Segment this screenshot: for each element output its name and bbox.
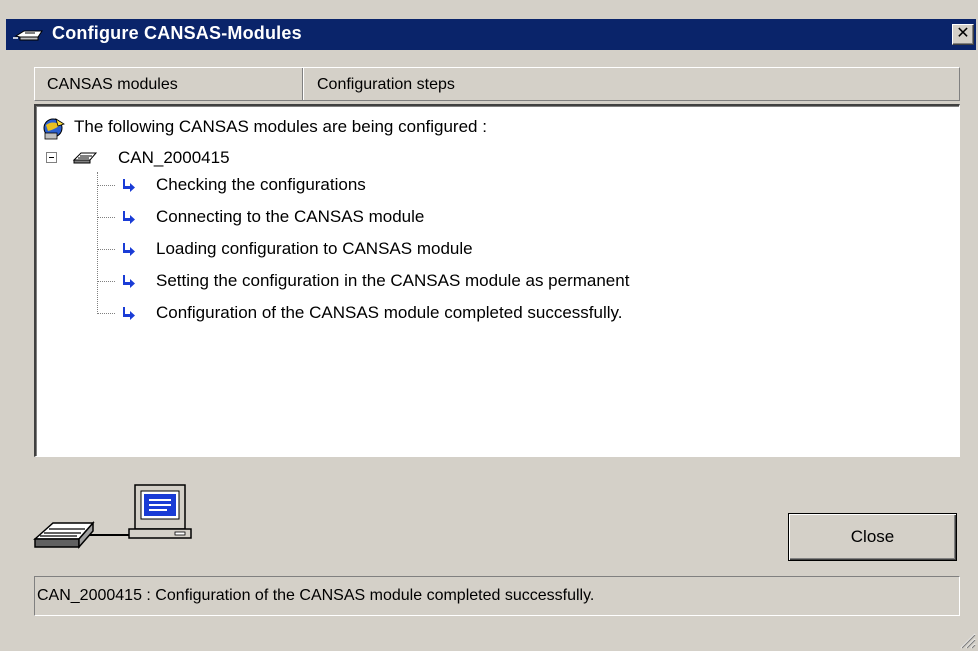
configure-dialog: Configure CANSAS-Modules ✕ CANSAS module… <box>0 0 978 651</box>
step-item: Configuration of the CANSAS module compl… <box>156 303 623 322</box>
blue-arrow-icon <box>123 179 135 192</box>
tree-branch <box>97 313 115 314</box>
blue-arrow-icon <box>123 275 135 288</box>
column-header-modules[interactable]: CANSAS modules <box>35 68 303 100</box>
close-button[interactable]: Close <box>788 513 957 561</box>
tree-root-label: The following CANSAS modules are being c… <box>74 117 487 136</box>
blue-arrow-icon <box>123 243 135 256</box>
step-item: Loading configuration to CANSAS module <box>156 239 473 258</box>
window-title: Configure CANSAS-Modules <box>52 23 302 43</box>
collapse-toggle[interactable] <box>46 152 57 163</box>
step-item: Checking the configurations <box>156 175 366 194</box>
column-header: CANSAS modules Configuration steps <box>34 67 960 101</box>
configure-globe-icon <box>43 118 65 140</box>
status-bar: CAN_2000415 : Configuration of the CANSA… <box>34 576 960 616</box>
blue-arrow-icon <box>123 211 135 224</box>
cansas-module-icon <box>13 30 43 41</box>
resize-grip-icon[interactable] <box>958 631 976 649</box>
tree-connector <box>97 172 98 314</box>
tree-branch <box>97 281 115 282</box>
cansas-device-icon <box>72 152 98 164</box>
step-item: Connecting to the CANSAS module <box>156 207 425 226</box>
module-label: CAN_2000415 <box>118 148 230 167</box>
title-bar[interactable]: Configure CANSAS-Modules ✕ <box>6 19 976 50</box>
tree-branch <box>97 249 115 250</box>
step-item: Setting the configuration in the CANSAS … <box>156 271 630 290</box>
configuration-tree[interactable]: The following CANSAS modules are being c… <box>34 104 960 457</box>
blue-arrow-icon <box>123 307 135 320</box>
pc-connection-icon <box>33 484 192 549</box>
tree-branch <box>97 185 115 186</box>
column-header-steps[interactable]: Configuration steps <box>305 68 955 100</box>
tree-branch <box>97 217 115 218</box>
status-text: CAN_2000415 : Configuration of the CANSA… <box>37 587 595 604</box>
title-close-button[interactable]: ✕ <box>952 24 974 45</box>
